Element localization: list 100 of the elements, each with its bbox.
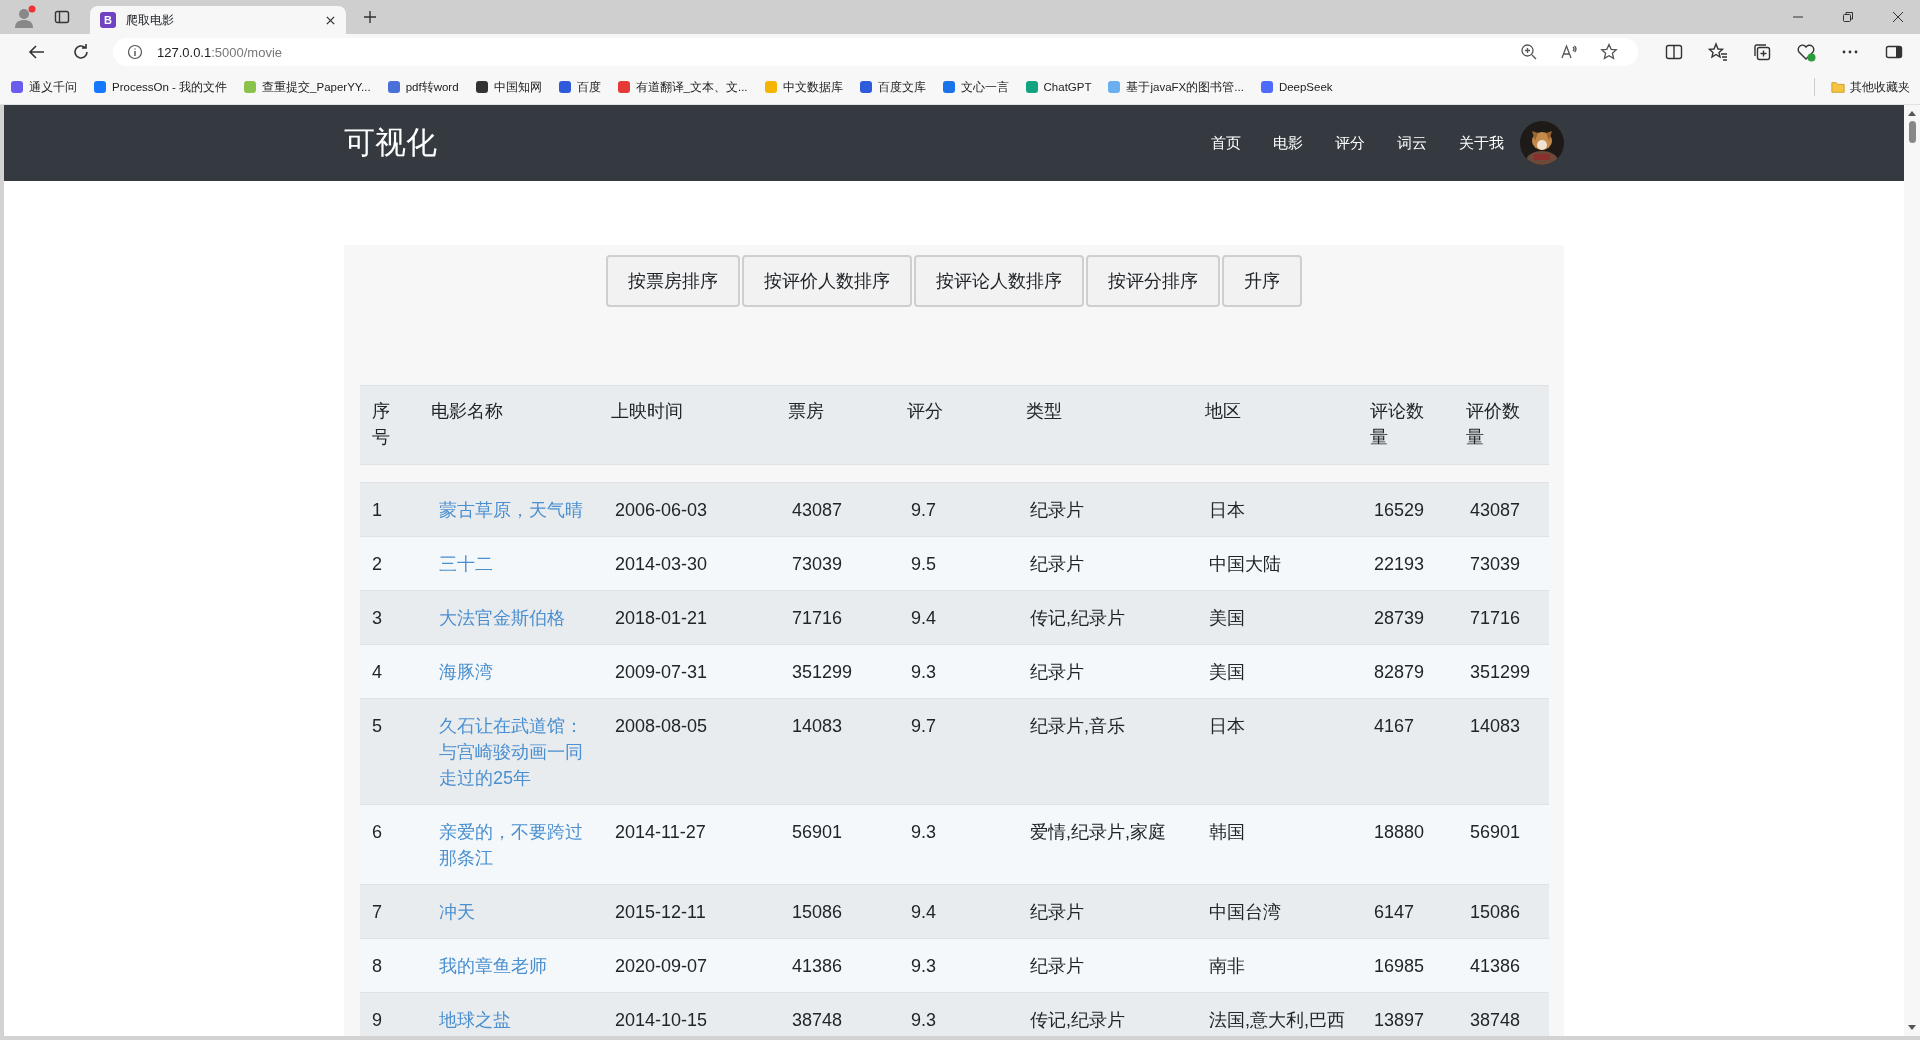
split-screen-icon[interactable] bbox=[1664, 42, 1684, 62]
nav-link[interactable]: 关于我 bbox=[1459, 133, 1504, 153]
bookmark-item[interactable]: 查重提交_PaperYY... bbox=[243, 79, 371, 95]
sort-button[interactable]: 升序 bbox=[1222, 255, 1302, 307]
nav-link[interactable]: 词云 bbox=[1397, 133, 1427, 153]
table-cell: 纪录片 bbox=[1030, 500, 1084, 520]
table-cell: 41386 bbox=[792, 956, 843, 976]
scroll-down-icon[interactable] bbox=[1907, 1024, 1917, 1032]
table-cell: 71716 bbox=[792, 608, 843, 628]
table-cell: 美国 bbox=[1209, 608, 1245, 628]
bookmark-icon bbox=[243, 80, 258, 94]
bookmark-item[interactable]: 百度文库 bbox=[858, 79, 926, 95]
table-cell: 56901 bbox=[792, 822, 843, 842]
close-icon[interactable] bbox=[325, 14, 336, 26]
nav-link[interactable]: 评分 bbox=[1335, 133, 1365, 153]
new-tab-icon[interactable] bbox=[362, 9, 378, 25]
table-cell: 9 bbox=[372, 1010, 382, 1030]
bookmark-item[interactable]: 通义千问 bbox=[10, 79, 77, 95]
health-icon[interactable] bbox=[1796, 42, 1816, 62]
bookmark-item[interactable]: 基于javaFX的图书管... bbox=[1107, 79, 1244, 95]
table-cell: 2008-08-05 bbox=[615, 716, 708, 736]
table-cell: 6 bbox=[372, 822, 382, 842]
read-aloud-icon[interactable] bbox=[1560, 43, 1578, 61]
tab-list-icon[interactable] bbox=[54, 9, 70, 25]
table-cell: 9.7 bbox=[911, 716, 937, 736]
sort-button[interactable]: 按评论人数排序 bbox=[914, 255, 1084, 307]
table-cell: 8 bbox=[372, 956, 382, 976]
table-cell: 日本 bbox=[1209, 716, 1245, 736]
table-cell: 38748 bbox=[792, 1010, 843, 1030]
tab-favicon: B bbox=[100, 12, 116, 28]
tab-title: 爬取电影 bbox=[126, 11, 175, 29]
table-cell: 2006-06-03 bbox=[615, 500, 708, 520]
table-cell: 9.4 bbox=[911, 902, 937, 922]
scrollbar-thumb[interactable] bbox=[1908, 121, 1916, 143]
table-cell: 43087 bbox=[1470, 500, 1521, 520]
table-cell: 9.3 bbox=[911, 822, 937, 842]
bookmark-item[interactable]: ProcessOn - 我的文件 bbox=[93, 79, 228, 95]
table-cell: 351299 bbox=[1470, 662, 1531, 682]
address-bar[interactable]: 127.0.0.1:5000/movie bbox=[113, 38, 1638, 66]
table-cell: 法国,意大利,巴西 bbox=[1209, 1010, 1345, 1030]
bookmark-item[interactable]: 有道翻译_文本、文... bbox=[616, 79, 748, 95]
bookmark-item[interactable]: 文心一言 bbox=[941, 79, 1009, 95]
table-cell: 2009-07-31 bbox=[615, 662, 708, 682]
table-cell: 传记,纪录片 bbox=[1030, 1010, 1125, 1030]
table-cell: 传记,纪录片 bbox=[1030, 608, 1125, 628]
table-cell: 4167 bbox=[1374, 716, 1415, 736]
table-cell: 纪录片 bbox=[1030, 554, 1084, 574]
table-cell: 13897 bbox=[1374, 1010, 1425, 1030]
sort-button[interactable]: 按评价人数排序 bbox=[742, 255, 912, 307]
close-icon[interactable] bbox=[1892, 11, 1904, 23]
table-cell: 14083 bbox=[1470, 716, 1521, 736]
bookmark-item[interactable]: ChatGPT bbox=[1024, 80, 1092, 94]
bookmark-folder[interactable]: 其他收藏夹 bbox=[1831, 79, 1910, 95]
table-cell: 韩国 bbox=[1209, 822, 1245, 842]
table-cell: 71716 bbox=[1470, 608, 1521, 628]
table-cell: 2 bbox=[372, 554, 382, 574]
bookmark-icon bbox=[1107, 80, 1122, 94]
table-cell: 2020-09-07 bbox=[615, 956, 708, 976]
reload-icon[interactable] bbox=[71, 42, 91, 62]
bookmark-icon bbox=[1259, 80, 1274, 94]
nav-link[interactable]: 电影 bbox=[1273, 133, 1303, 153]
table-cell: 38748 bbox=[1470, 1010, 1521, 1030]
bookmark-icon bbox=[386, 80, 401, 94]
favorites-icon[interactable] bbox=[1708, 42, 1728, 62]
table-cell: 美国 bbox=[1209, 662, 1245, 682]
table-cell: 9.3 bbox=[911, 1010, 937, 1030]
bookmark-icon bbox=[1024, 80, 1039, 94]
table-cell: 爱情,纪录片,家庭 bbox=[1030, 822, 1166, 842]
restore-icon[interactable] bbox=[1842, 11, 1854, 23]
star-icon[interactable] bbox=[1600, 43, 1618, 61]
table-cell: 73039 bbox=[792, 554, 843, 574]
table-cell: 15086 bbox=[1470, 902, 1521, 922]
table-cell: 16985 bbox=[1374, 956, 1425, 976]
table-cell: 纪录片,音乐 bbox=[1030, 716, 1125, 736]
sort-button[interactable]: 按票房排序 bbox=[606, 255, 740, 307]
table-cell: 15086 bbox=[792, 902, 843, 922]
site-brand[interactable]: 可视化 bbox=[344, 122, 437, 164]
browser-tab[interactable]: B 爬取电影 bbox=[90, 6, 346, 34]
table-cell: 2018-01-21 bbox=[615, 608, 708, 628]
bookmark-item[interactable]: 中文数据库 bbox=[763, 79, 843, 95]
folder-icon bbox=[1831, 80, 1845, 94]
sort-button[interactable]: 按评分排序 bbox=[1086, 255, 1220, 307]
table-cell: 3 bbox=[372, 608, 382, 628]
bookmark-item[interactable]: DeepSeek bbox=[1259, 80, 1333, 94]
collections-icon[interactable] bbox=[1752, 42, 1772, 62]
bookmark-item[interactable]: 中国知网 bbox=[474, 79, 542, 95]
zoom-icon[interactable] bbox=[1520, 43, 1538, 61]
bookmark-item[interactable]: 百度 bbox=[557, 79, 601, 95]
bookmark-icon bbox=[616, 80, 631, 94]
table-cell: 2015-12-11 bbox=[615, 902, 706, 922]
scrollbar[interactable] bbox=[1904, 105, 1920, 1036]
scroll-up-icon[interactable] bbox=[1907, 109, 1917, 117]
bookmark-item[interactable]: pdf转word bbox=[386, 79, 459, 95]
nav-link[interactable]: 首页 bbox=[1211, 133, 1241, 153]
table-cell: 18880 bbox=[1374, 822, 1425, 842]
bookmark-icon bbox=[941, 80, 956, 94]
profile-icon[interactable] bbox=[12, 5, 36, 29]
table-cell: 2014-03-30 bbox=[615, 554, 708, 574]
table-cell: 1 bbox=[372, 500, 382, 520]
bookmark-icon bbox=[763, 80, 778, 94]
